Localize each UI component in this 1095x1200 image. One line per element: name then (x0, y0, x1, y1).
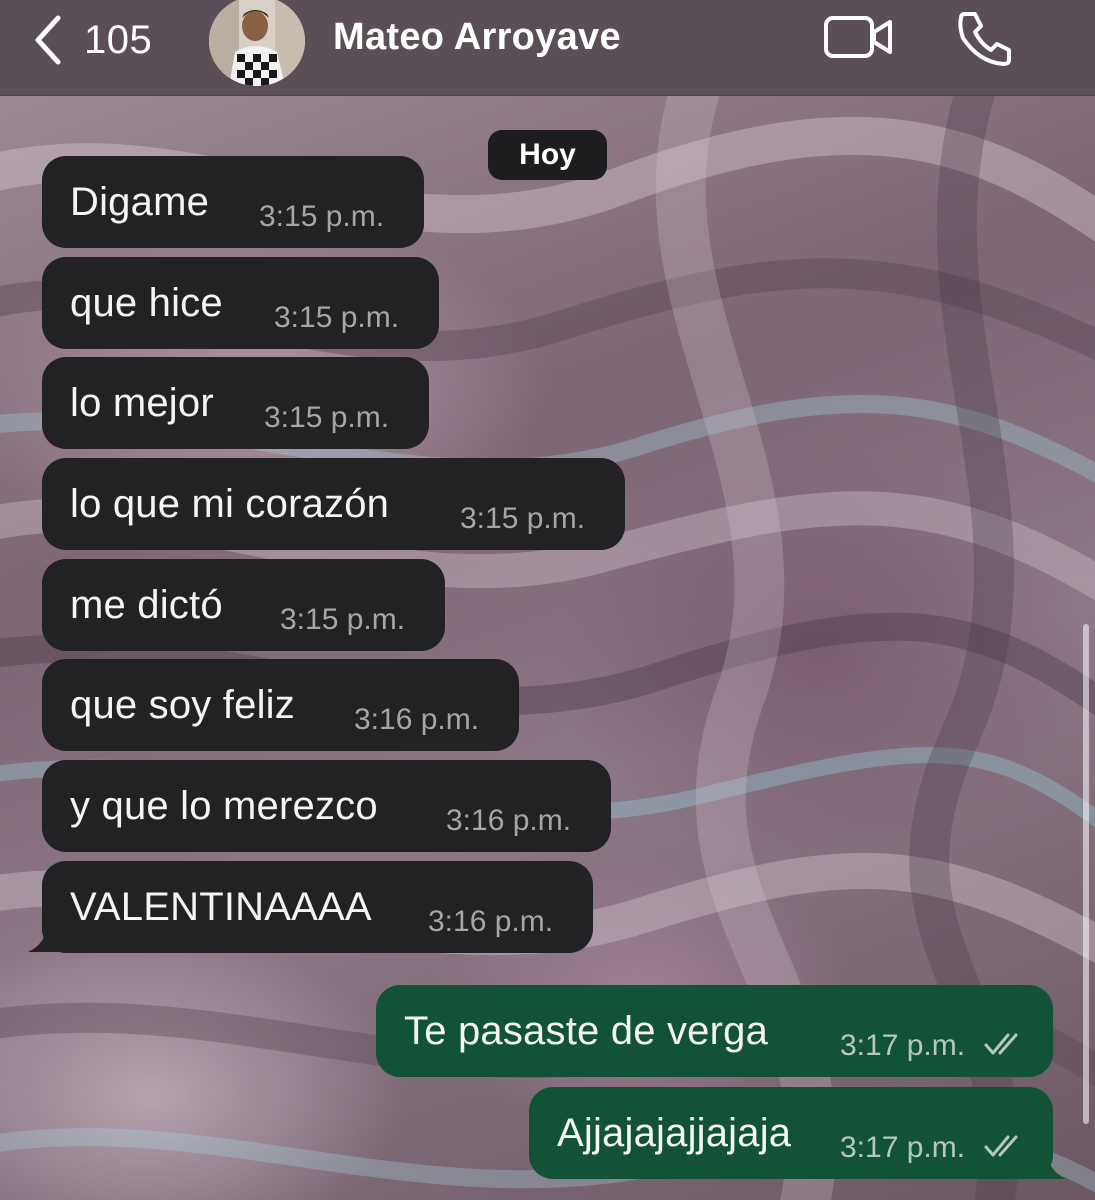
message-bubble-incoming[interactable]: Digame 3:15 p.m. (42, 156, 424, 248)
unread-count: 105 (84, 17, 153, 62)
message-time: 3:16 p.m. (446, 804, 572, 837)
bubble-tail-incoming (28, 922, 64, 952)
video-call-button[interactable] (822, 12, 894, 62)
message-text: lo que mi corazón (70, 481, 390, 526)
read-receipt-icon (984, 1135, 1018, 1157)
message-bubble-outgoing[interactable]: Te pasaste de verga 3:17 p.m. (376, 985, 1053, 1077)
message-time: 3:15 p.m. (460, 502, 586, 535)
message-time: 3:16 p.m. (428, 905, 554, 938)
message-time: 3:15 p.m. (280, 603, 406, 636)
message-time: 3:15 p.m. (259, 200, 385, 233)
message-bubble-outgoing[interactable]: Ajjajajajjajaja 3:17 p.m. (529, 1087, 1053, 1179)
chevron-left-icon (35, 15, 61, 65)
bubble-tail-outgoing (1030, 1149, 1066, 1179)
read-receipt-icon (984, 1033, 1018, 1055)
phone-icon (958, 12, 1011, 66)
message-text: que hice (70, 280, 223, 325)
message-text: Digame (70, 179, 210, 224)
message-time: 3:15 p.m. (264, 401, 390, 434)
message-bubble-incoming[interactable]: VALENTINAAAA 3:16 p.m. (42, 861, 593, 953)
scrollbar[interactable] (1083, 624, 1089, 1124)
message-bubble-incoming[interactable]: que soy feliz 3:16 p.m. (42, 659, 519, 751)
contact-avatar[interactable] (209, 0, 305, 86)
message-time: 3:17 p.m. (840, 1029, 966, 1062)
chat-header: 105 Mateo Arroyave (0, 0, 1095, 96)
message-text: lo mejor (70, 380, 214, 425)
message-text: VALENTINAAAA (70, 884, 372, 929)
video-camera-icon (824, 16, 892, 58)
contact-name[interactable]: Mateo Arroyave (333, 16, 621, 59)
message-bubble-incoming[interactable]: me dictó 3:15 p.m. (42, 559, 445, 651)
message-text: y que lo merezco (70, 783, 378, 828)
message-bubble-incoming[interactable]: y que lo merezco 3:16 p.m. (42, 760, 611, 852)
message-text: Ajjajajajjajaja (557, 1110, 792, 1155)
message-text: Te pasaste de verga (404, 1008, 769, 1053)
voice-call-button[interactable] (955, 8, 1015, 68)
message-time: 3:17 p.m. (840, 1131, 966, 1164)
message-text: me dictó (70, 582, 223, 627)
message-time: 3:15 p.m. (274, 301, 400, 334)
back-button[interactable]: 105 (28, 10, 178, 70)
message-time: 3:16 p.m. (354, 703, 480, 736)
message-bubble-incoming[interactable]: lo que mi corazón 3:15 p.m. (42, 458, 625, 550)
message-text: que soy feliz (70, 682, 295, 727)
date-separator: Hoy (488, 130, 607, 180)
message-bubble-incoming[interactable]: que hice 3:15 p.m. (42, 257, 439, 349)
message-bubble-incoming[interactable]: lo mejor 3:15 p.m. (42, 357, 429, 449)
